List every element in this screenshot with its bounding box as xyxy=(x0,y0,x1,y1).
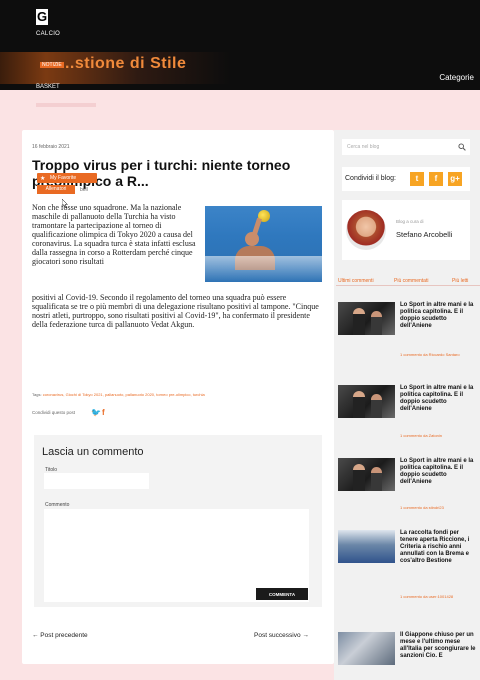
nav-item-basket[interactable]: BASKET xyxy=(36,84,60,90)
categories-menu[interactable]: Categorie xyxy=(439,73,474,82)
article-body-intro: Non che fosse uno squadrone. Ma la nazio… xyxy=(32,203,196,266)
nav-item-calcio[interactable]: CALCIO xyxy=(36,31,60,37)
post-thumbnail xyxy=(338,302,395,335)
search-placeholder: Cerca nel blog xyxy=(347,144,380,150)
googleplus-share-button[interactable]: g+ xyxy=(448,172,462,186)
article-card: 16 febbraio 2021 Troppo virus per i turc… xyxy=(22,130,334,664)
article-tags: Tags: coronavirus, Giochi di Tokyo 2021,… xyxy=(32,392,322,397)
tags-label: Tags: xyxy=(32,392,42,397)
avatar xyxy=(346,210,386,250)
submit-comment-button[interactable]: COMMENTA xyxy=(256,588,308,600)
author-widget: Blog a cura di Stefano Arcobelli xyxy=(342,200,470,260)
faded-nav-item xyxy=(36,103,96,107)
post-meta: 1 commento da Zatonin xyxy=(400,433,443,438)
author-badge[interactable]: Allenatori xyxy=(37,185,75,194)
article-photo xyxy=(205,206,322,282)
post-title[interactable]: Lo Sport in altre mani e la politica cap… xyxy=(400,458,478,486)
facebook-share-button[interactable]: f xyxy=(429,172,443,186)
author-caption: Blog a cura di xyxy=(396,219,424,224)
commento-label: Commento xyxy=(45,502,70,508)
sidebar: Cerca nel blog Condividi il blog: t f g+… xyxy=(334,130,480,680)
post-title[interactable]: Lo Sport in altre mani e la politica cap… xyxy=(400,302,478,330)
post-thumbnail xyxy=(338,530,395,563)
top-header: G CALCIO ...stione di Stile NOTIZIE BASK… xyxy=(0,0,480,90)
share-post-label: Condividi questo post xyxy=(32,410,76,415)
post-meta: 1 commento da Riccardo Santaro xyxy=(400,352,460,357)
post-title[interactable]: Lo Sport in altre mani e la politica cap… xyxy=(400,385,478,413)
post-title[interactable]: La raccolta fondi per tenere aperta Ricc… xyxy=(400,530,478,565)
twitter-icon[interactable]: 🐦 xyxy=(91,408,101,417)
facebook-icon[interactable]: f xyxy=(102,408,105,417)
tab-piu-commentati[interactable]: Più commentati xyxy=(394,278,428,284)
sidebar-tabs: Ultimi commenti Più commentati Più letti xyxy=(336,278,480,286)
post-thumbnail xyxy=(338,632,395,665)
tags-list[interactable]: coronavirus, Giochi di Tokyo 2021, palla… xyxy=(43,392,205,397)
comment-form-title: Lascia un commento xyxy=(42,446,144,458)
post-title[interactable]: Il Giappone chiuso per un mese e l'ultim… xyxy=(400,632,478,660)
star-icon: ★ xyxy=(40,176,46,182)
nav-item-notizie[interactable]: NOTIZIE xyxy=(40,62,64,68)
tab-piu-letti[interactable]: Più letti xyxy=(452,278,468,284)
article-author: bell xyxy=(80,187,88,193)
previous-post-link[interactable]: ← Post precedente xyxy=(32,632,88,639)
tab-ultimi-commenti[interactable]: Ultimi commenti xyxy=(338,278,374,284)
twitter-share-button[interactable]: t xyxy=(410,172,424,186)
comment-form: Lascia un commento Titolo Commento COMME… xyxy=(34,435,322,607)
article-body-rest: positivi al Covid-19. Secondo il regolam… xyxy=(32,293,319,329)
blog-title[interactable]: ...stione di Stile xyxy=(60,55,186,73)
post-thumbnail xyxy=(338,458,395,491)
titolo-input[interactable] xyxy=(44,473,149,489)
post-thumbnail xyxy=(338,385,395,418)
share-blog-label: Condividi il blog: xyxy=(345,175,396,182)
author-name[interactable]: Stefano Arcobelli xyxy=(396,230,452,239)
search-box[interactable]: Cerca nel blog xyxy=(342,139,470,155)
next-post-link[interactable]: Post successivo → xyxy=(254,632,309,639)
search-icon[interactable] xyxy=(458,143,466,151)
post-meta: 1 commento da stindri23 xyxy=(400,505,444,510)
favorite-button[interactable]: My Favorite xyxy=(37,173,97,183)
article-date: 16 febbraio 2021 xyxy=(32,144,70,150)
post-meta: 1 commento da user:1001428 xyxy=(400,594,454,599)
share-blog-widget: Condividi il blog: t f g+ xyxy=(342,167,470,191)
site-logo[interactable]: G xyxy=(36,9,48,25)
